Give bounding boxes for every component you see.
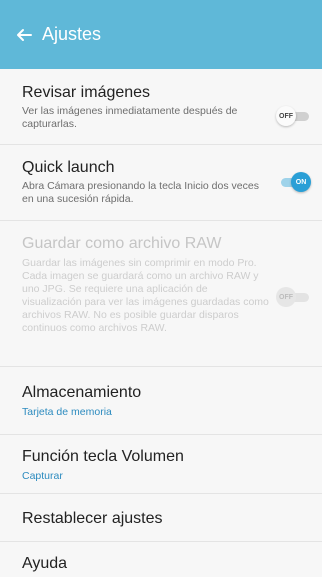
revisar-imagenes-switch[interactable]: OFF [276, 106, 312, 126]
setting-funcion-tecla-volumen[interactable]: Función tecla Volumen Capturar [0, 435, 322, 494]
setting-almacenamiento[interactable]: Almacenamiento Tarjeta de memoria [0, 367, 322, 435]
setting-title: Guardar como archivo RAW [22, 235, 222, 252]
setting-revisar-imagenes[interactable]: Revisar imágenes Ver las imágenes inmedi… [0, 69, 322, 145]
setting-ayuda[interactable]: Ayuda [0, 542, 322, 577]
switch-thumb: ON [291, 172, 311, 192]
setting-description: Guardar las imágenes sin comprimir en mo… [22, 257, 269, 334]
setting-description: Abra Cámara presionando la tecla Inicio … [22, 180, 259, 205]
setting-title: Restablecer ajustes [22, 510, 163, 527]
setting-title: Función tecla Volumen [22, 448, 184, 465]
switch-thumb: OFF [276, 287, 296, 307]
setting-title: Quick launch [22, 159, 115, 176]
arrow-left-icon [17, 28, 32, 41]
setting-value: Tarjeta de memoria [22, 406, 112, 418]
setting-title: Almacenamiento [22, 384, 142, 401]
setting-quick-launch[interactable]: Quick launch Abra Cámara presionando la … [0, 145, 322, 221]
back-button[interactable] [2, 0, 46, 69]
setting-description: Ver las imágenes inmediatamente después … [22, 105, 238, 130]
setting-guardar-raw: Guardar como archivo RAW Guardar las imá… [0, 221, 322, 367]
switch-thumb: OFF [276, 106, 296, 126]
setting-value: Capturar [22, 470, 63, 482]
guardar-raw-switch: OFF [276, 287, 312, 307]
app-bar: Ajustes [0, 0, 322, 69]
setting-restablecer-ajustes[interactable]: Restablecer ajustes [0, 494, 322, 542]
setting-title: Ayuda [22, 555, 68, 572]
quick-launch-switch[interactable]: ON [276, 172, 312, 192]
setting-title: Revisar imágenes [22, 84, 151, 101]
page-title: Ajustes [42, 24, 102, 44]
